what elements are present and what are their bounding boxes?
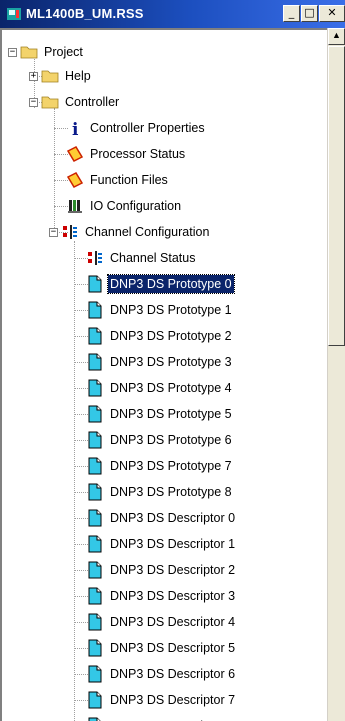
- tree-label: Project: [44, 45, 83, 59]
- tree-node-channel-item[interactable]: DNP3 DS Descriptor 7: [86, 690, 237, 710]
- info-icon: i: [72, 120, 79, 137]
- tree-label: DNP3 DS Prototype 0: [107, 274, 235, 294]
- tree-node-channel-item[interactable]: Channel Status: [86, 248, 197, 268]
- tree-label: DNP3 DS Prototype 2: [110, 329, 232, 343]
- tree-node-channel-item[interactable]: DNP3 DS Descriptor 1: [86, 534, 237, 554]
- tree-node-channel-item[interactable]: DNP3 DS Prototype 4: [86, 378, 234, 398]
- tree-node-controller-properties[interactable]: i Controller Properties: [66, 118, 207, 138]
- tree-label: Help: [65, 69, 91, 83]
- tree-node-channel-item[interactable]: DNP3 DS Prototype 3: [86, 352, 234, 372]
- channel-configuration-collapse-toggle[interactable]: −: [49, 228, 58, 237]
- tree-label: DNP3 DS Descriptor 3: [110, 589, 236, 603]
- vertical-scrollbar[interactable]: ▲: [327, 28, 345, 721]
- tree-node-channel-item[interactable]: DNP3 DS Descriptor 5: [86, 638, 237, 658]
- tree-label: DNP3 DS Descriptor 0: [110, 511, 236, 525]
- tree-label: DNP3 DS Prototype 7: [110, 459, 232, 473]
- data-file-icon: [88, 509, 102, 527]
- project-collapse-toggle[interactable]: −: [8, 48, 17, 57]
- tree-node-channel-item[interactable]: DNP3 DS Descriptor 3: [86, 586, 237, 606]
- tree-node-channel-item[interactable]: DNP3 DS Descriptor 8: [86, 716, 237, 721]
- svg-text:i: i: [72, 120, 79, 137]
- tree-label: DNP3 DS Prototype 8: [110, 485, 232, 499]
- tree-node-channel-item[interactable]: DNP3 DS Descriptor 0: [86, 508, 237, 528]
- data-file-icon: [88, 457, 102, 475]
- minimize-button[interactable]: _: [283, 5, 300, 22]
- close-button[interactable]: ✕: [319, 5, 345, 22]
- tree-label: DNP3 DS Prototype 3: [110, 355, 232, 369]
- tree-label: Processor Status: [90, 147, 186, 161]
- maximize-button[interactable]: □: [301, 5, 318, 22]
- scroll-thumb[interactable]: [328, 46, 345, 346]
- help-expand-toggle[interactable]: +: [29, 72, 38, 81]
- tree-node-io-configuration[interactable]: IO Configuration: [66, 196, 183, 216]
- folder-open-icon: [20, 46, 38, 59]
- tree-node-channel-item[interactable]: DNP3 DS Prototype 1: [86, 300, 234, 320]
- tree-node-processor-status[interactable]: Processor Status: [66, 144, 187, 164]
- data-file-icon: [88, 717, 101, 721]
- function-files-icon: [66, 172, 84, 188]
- controller-collapse-toggle[interactable]: −: [29, 98, 38, 107]
- tree-node-project[interactable]: Project: [20, 42, 85, 62]
- tree-label: DNP3 DS Descriptor 6: [110, 667, 236, 681]
- tree-label: Channel Status: [110, 251, 196, 265]
- tree-node-channel-item[interactable]: DNP3 DS Prototype 6: [86, 430, 234, 450]
- tree-label: DNP3 DS Descriptor 5: [110, 641, 236, 655]
- tree-label: DNP3 DS Prototype 4: [110, 381, 232, 395]
- data-file-icon: [88, 431, 102, 449]
- tree-label: DNP3 DS Prototype 5: [110, 407, 232, 421]
- tree-node-channel-configuration[interactable]: Channel Configuration: [61, 222, 211, 242]
- tree-node-channel-item[interactable]: DNP3 DS Descriptor 4: [86, 612, 237, 632]
- folder-open-icon: [41, 96, 59, 109]
- tree-label: Controller: [65, 95, 120, 109]
- tree-label: DNP3 DS Prototype 1: [110, 303, 232, 317]
- data-file-icon: [88, 561, 102, 579]
- tree-label: DNP3 DS Prototype 6: [110, 433, 232, 447]
- channel-status-icon: [88, 251, 102, 265]
- status-icon: [66, 146, 84, 162]
- tree-label: Function Files: [90, 173, 168, 187]
- app-logo-icon: [7, 8, 21, 20]
- tree-node-channel-item[interactable]: DNP3 DS Prototype 5: [86, 404, 234, 424]
- channel-config-icon: [63, 225, 77, 239]
- tree-label: Channel Configuration: [85, 225, 210, 239]
- tree-label: DNP3 DS Descriptor 8: [108, 717, 237, 721]
- tree-node-controller[interactable]: Controller: [41, 92, 121, 112]
- data-file-icon: [88, 275, 102, 293]
- folder-icon: [41, 70, 59, 83]
- tree-label: DNP3 DS Descriptor 2: [110, 563, 236, 577]
- tree-node-function-files[interactable]: Function Files: [66, 170, 170, 190]
- tree-node-channel-item[interactable]: DNP3 DS Descriptor 2: [86, 560, 237, 580]
- data-file-icon: [88, 301, 102, 319]
- data-file-icon: [88, 379, 102, 397]
- data-file-icon: [88, 639, 102, 657]
- window-title: ML1400B_UM.RSS: [26, 6, 144, 21]
- io-config-icon: [68, 200, 82, 213]
- data-file-icon: [88, 483, 102, 501]
- data-file-icon: [88, 691, 102, 709]
- tree-label: IO Configuration: [90, 199, 182, 213]
- data-file-icon: [88, 535, 102, 553]
- tree-label: Controller Properties: [90, 121, 205, 135]
- tree-label: DNP3 DS Descriptor 4: [110, 615, 236, 629]
- tree-node-channel-item[interactable]: DNP3 DS Prototype 0: [86, 274, 235, 294]
- tree-node-channel-item[interactable]: DNP3 DS Prototype 2: [86, 326, 234, 346]
- data-file-icon: [88, 327, 102, 345]
- tree-label: DNP3 DS Descriptor 1: [110, 537, 236, 551]
- scroll-up-button[interactable]: ▲: [328, 28, 345, 45]
- data-file-icon: [88, 613, 102, 631]
- tree-label: DNP3 DS Descriptor 7: [110, 693, 236, 707]
- tree-node-channel-item[interactable]: DNP3 DS Prototype 8: [86, 482, 234, 502]
- data-file-icon: [88, 587, 102, 605]
- window-title-bar[interactable]: ML1400B_UM.RSS _ □ ✕: [0, 0, 345, 28]
- tree-node-channel-item[interactable]: DNP3 DS Descriptor 6: [86, 664, 237, 684]
- data-file-icon: [88, 405, 102, 423]
- tree-node-channel-item[interactable]: DNP3 DS Prototype 7: [86, 456, 234, 476]
- tree-node-help[interactable]: Help: [41, 66, 93, 86]
- project-tree[interactable]: − Project + Help − Controller i Controll…: [0, 28, 327, 721]
- data-file-icon: [88, 665, 102, 683]
- data-file-icon: [88, 353, 102, 371]
- arrow-up-icon: ▲: [332, 30, 341, 40]
